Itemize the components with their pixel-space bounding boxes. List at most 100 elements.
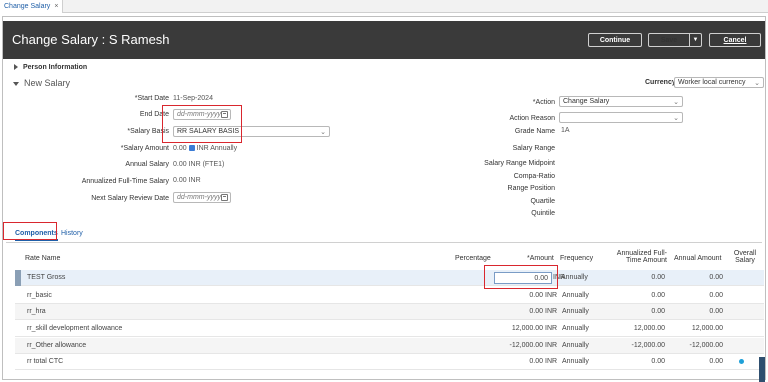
save-button-label: Save xyxy=(660,36,678,44)
chevron-down-icon: ⌄ xyxy=(673,115,679,122)
chevron-down-icon: ⌄ xyxy=(320,129,326,136)
annualized-fte-label: Annualized Full-Time Salary xyxy=(81,178,169,185)
annual-amount-cell: 0.00 xyxy=(709,358,723,365)
amount-cell: -12,000.00 xyxy=(509,342,543,349)
new-salary-label: New Salary xyxy=(24,78,71,88)
annual-amount-cell: -12,000.00 xyxy=(689,342,723,349)
range-position-label: Range Position xyxy=(507,185,555,192)
grade-name-value: 1A xyxy=(561,127,570,134)
action-reason-select[interactable]: ⌄ xyxy=(559,112,683,123)
column-header-percentage: Percentage xyxy=(455,255,491,262)
overall-salary-indicator xyxy=(739,359,744,364)
action-value: Change Salary xyxy=(563,98,610,105)
quartile-label: Quartile xyxy=(530,198,555,205)
unit-cell: INR xyxy=(545,308,558,315)
salary-amount-value: 0.00 INR Annually xyxy=(173,145,238,152)
currency-value: Worker local currency xyxy=(678,79,746,86)
rate-name-cell: TEST Gross xyxy=(27,274,66,281)
frequency-cell: Annually xyxy=(562,292,589,299)
grade-name-label: Grade Name xyxy=(514,128,555,135)
scrollbar-thumb[interactable] xyxy=(759,357,765,382)
cancel-button-label: Cancel xyxy=(723,36,747,44)
info-icon[interactable] xyxy=(188,145,195,152)
cancel-button[interactable]: Cancel xyxy=(709,33,761,47)
column-header-annualized: Annualized Full-Time Amount xyxy=(616,250,667,264)
frequency-cell: Annually xyxy=(562,342,589,349)
rate-name-cell: rr_Other allowance xyxy=(27,342,87,349)
amount-cell: 12,000.00 xyxy=(511,325,543,332)
annual-amount-cell: 0.00 xyxy=(709,274,723,281)
browser-tab[interactable]: Change Salary × xyxy=(0,0,64,13)
save-button[interactable]: Save ▼ xyxy=(648,33,702,47)
amount-cell: 0.00 xyxy=(529,292,543,299)
annual-salary-value: 0.00 INR (FTE1) xyxy=(173,161,225,168)
table-row[interactable]: rr_Other allowance -12,000.00 INR Annual… xyxy=(15,338,764,354)
page-title: Change Salary : S Ramesh xyxy=(12,32,170,47)
collapse-triangle-icon xyxy=(13,81,19,86)
continue-button[interactable]: Continue xyxy=(588,33,642,47)
annualized-cell: 0.00 xyxy=(651,292,665,299)
currency-label: Currency xyxy=(645,79,676,86)
table-row[interactable]: rr_skill development allowance 12,000.00… xyxy=(15,321,764,337)
amount-cell: 0.00 xyxy=(529,358,543,365)
frequency-cell: Annually xyxy=(562,358,589,365)
table-row[interactable]: rr total CTC 0.00 INR Annually 0.00 0.00 xyxy=(15,354,764,370)
quintile-label: Quintile xyxy=(531,210,555,217)
rate-name-cell: rr_basic xyxy=(27,292,52,299)
next-review-label: Next Salary Review Date xyxy=(91,195,169,202)
start-date-value: 11-Sep-2024 xyxy=(173,95,213,102)
highlight-box xyxy=(162,105,242,143)
column-header-amount: *Amount xyxy=(527,255,554,262)
action-reason-label: Action Reason xyxy=(509,115,555,122)
person-information-toggle[interactable]: Person Information xyxy=(14,64,87,71)
annualized-cell: 12,000.00 xyxy=(633,325,665,332)
tab-history[interactable]: History xyxy=(61,230,83,237)
page-header: Change Salary : S Ramesh Continue Save ▼… xyxy=(3,21,765,59)
unit-cell: INR xyxy=(545,325,558,332)
end-date-label: End Date xyxy=(139,111,169,118)
tab-bar: Components History xyxy=(6,227,762,243)
amount-cell: 0.00 xyxy=(529,308,543,315)
next-review-placeholder: dd-mmm-yyyy xyxy=(177,194,221,201)
currency-select[interactable]: Worker local currency ⌄ xyxy=(674,77,764,88)
close-tab-icon[interactable]: × xyxy=(54,3,58,10)
column-header-annual-amount: Annual Amount xyxy=(674,255,722,262)
annualized-cell: 0.00 xyxy=(651,308,665,315)
highlight-box xyxy=(3,222,57,240)
table-row[interactable]: rr_hra 0.00 INR Annually 0.00 0.00 xyxy=(15,304,764,320)
column-header-frequency: Frequency xyxy=(560,255,594,262)
annualized-fte-value: 0.00 INR xyxy=(173,177,201,184)
unit-cell: INR xyxy=(545,342,558,349)
browser-tab-label: Change Salary xyxy=(4,3,51,10)
start-date-label: *Start Date xyxy=(134,95,169,102)
page-frame: Change Salary : S Ramesh Continue Save ▼… xyxy=(2,16,766,382)
calendar-icon[interactable] xyxy=(221,194,228,201)
person-information-label: Person Information xyxy=(23,64,88,71)
annual-amount-cell: 0.00 xyxy=(709,308,723,315)
table-row[interactable]: rr_basic 0.00 INR Annually 0.00 0.00 xyxy=(15,288,764,304)
chevron-down-icon: ⌄ xyxy=(673,99,679,106)
column-header-rate-name: Rate Name xyxy=(25,255,61,262)
rate-name-cell: rr_skill development allowance xyxy=(27,325,123,332)
action-select[interactable]: Change Salary ⌄ xyxy=(559,96,683,107)
compa-ratio-label: Compa-Ratio xyxy=(513,173,555,180)
unit-cell: INR xyxy=(545,358,558,365)
rate-name-cell: rr_hra xyxy=(27,308,46,315)
chevron-down-icon: ⌄ xyxy=(754,80,760,87)
annualized-cell: 0.00 xyxy=(651,274,665,281)
annualized-cell: 0.00 xyxy=(651,358,665,365)
save-menu-chevron-icon[interactable]: ▼ xyxy=(689,34,701,46)
annual-salary-label: Annual Salary xyxy=(125,161,169,168)
annual-amount-cell: 0.00 xyxy=(709,292,723,299)
annualized-cell: -12,000.00 xyxy=(631,342,665,349)
rate-name-cell: rr total CTC xyxy=(27,358,64,365)
table-row[interactable]: TEST Gross 0.00 INR Annually 0.00 0.00 xyxy=(15,270,764,286)
salary-range-label: Salary Range xyxy=(512,145,555,152)
action-label: *Action xyxy=(532,99,555,106)
salary-range-midpoint-label: Salary Range Midpoint xyxy=(484,160,555,167)
frequency-cell: Annually xyxy=(562,308,589,315)
new-salary-toggle[interactable]: New Salary xyxy=(13,78,70,88)
salary-amount-label: *Salary Amount xyxy=(120,145,169,152)
annual-amount-cell: 12,000.00 xyxy=(691,325,723,332)
next-review-input[interactable]: dd-mmm-yyyy xyxy=(173,192,231,203)
